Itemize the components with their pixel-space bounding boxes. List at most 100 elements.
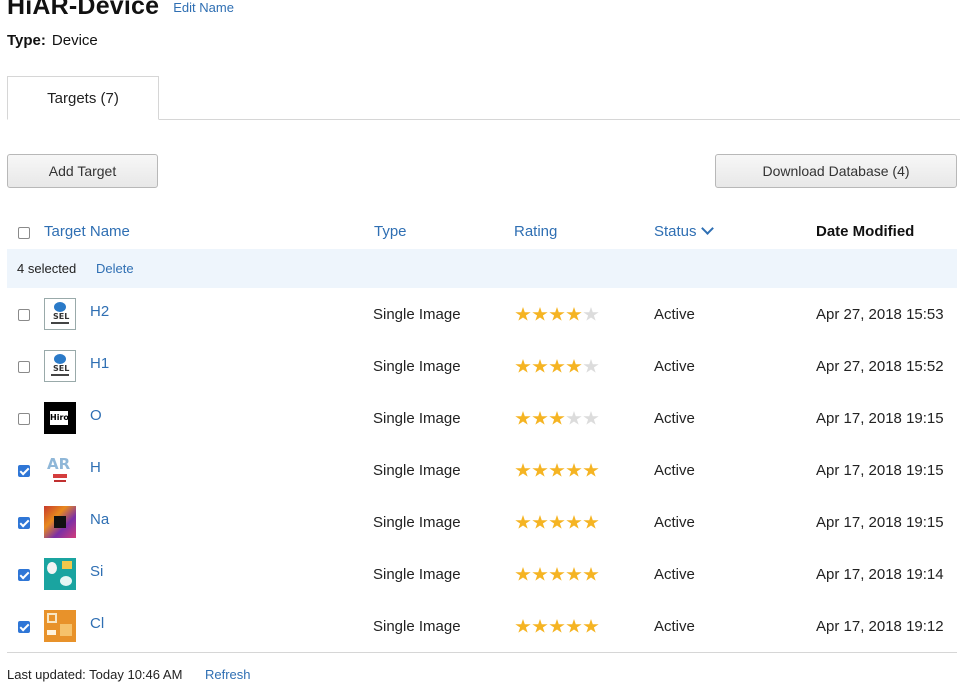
download-database-button[interactable]: Download Database (4) [715, 154, 957, 188]
target-thumbnail: SEL [44, 350, 76, 382]
target-thumbnail [44, 610, 76, 642]
row-checkbox[interactable] [18, 361, 30, 373]
star-icon [566, 307, 582, 321]
target-type: Single Image [373, 462, 461, 479]
star-icon [549, 463, 565, 477]
rating-stars [515, 463, 599, 478]
star-icon [515, 567, 531, 581]
target-type: Single Image [373, 410, 461, 427]
title-row: HiAR-Device Edit Name [7, 0, 234, 21]
table-row[interactable]: AR H Single Image Active Apr 17, 2018 19:15 [7, 444, 957, 496]
target-name-link[interactable]: O [90, 407, 102, 424]
logo-band [54, 480, 66, 482]
logo-blob [54, 302, 66, 312]
target-type: Single Image [373, 306, 461, 323]
marker-text: Hiro [50, 413, 69, 422]
tab-bar: Targets (7) [7, 76, 960, 120]
target-status: Active [654, 618, 695, 635]
shape [60, 576, 72, 586]
row-checkbox[interactable] [18, 465, 30, 477]
row-checkbox[interactable] [18, 309, 30, 321]
target-status: Active [654, 462, 695, 479]
star-icon [549, 359, 565, 373]
target-type: Single Image [373, 566, 461, 583]
target-type: Single Image [373, 358, 461, 375]
status-header-label: Status [654, 223, 697, 240]
target-name-link[interactable]: H [90, 459, 101, 476]
row-checkbox[interactable] [18, 413, 30, 425]
shape [47, 562, 57, 574]
add-target-button[interactable]: Add Target [7, 154, 158, 188]
star-icon [549, 515, 565, 529]
table-row[interactable]: Hiro O Single Image Active Apr 17, 2018 19:1… [7, 392, 957, 444]
edit-name-link[interactable]: Edit Name [173, 0, 234, 15]
device-type: Type: Device [7, 32, 98, 49]
row-checkbox[interactable] [18, 569, 30, 581]
star-icon [566, 359, 582, 373]
target-thumbnail: Hiro [44, 402, 76, 434]
rating-stars [515, 619, 599, 634]
target-name-link[interactable]: Na [90, 511, 109, 528]
column-header-date-modified[interactable]: Date Modified [816, 223, 914, 240]
table-row[interactable]: SEL H2 Single Image Active Apr 27, 2018 15:5… [7, 288, 957, 340]
star-icon [583, 515, 599, 529]
shape [47, 630, 56, 635]
row-checkbox[interactable] [18, 517, 30, 529]
target-date-modified: Apr 27, 2018 15:52 [816, 358, 944, 375]
star-icon [583, 619, 599, 633]
star-icon [583, 359, 599, 373]
rating-stars [515, 307, 599, 322]
chevron-down-icon [700, 222, 714, 235]
star-icon [515, 619, 531, 633]
table-row[interactable]: Na Single Image Active Apr 17, 2018 19:15 [7, 496, 957, 548]
shape [62, 561, 72, 569]
target-date-modified: Apr 17, 2018 19:15 [816, 462, 944, 479]
logo-text: SEL [53, 312, 70, 321]
star-icon [549, 567, 565, 581]
star-icon [515, 307, 531, 321]
table-row[interactable]: SEL H1 Single Image Active Apr 27, 2018 15:5… [7, 340, 957, 392]
type-value: Device [51, 32, 98, 49]
target-status: Active [654, 514, 695, 531]
tab-targets[interactable]: Targets (7) [7, 76, 159, 120]
target-name-link[interactable]: Si [90, 563, 103, 580]
rating-stars [515, 359, 599, 374]
table-row[interactable]: Si Single Image Active Apr 17, 2018 19:14 [7, 548, 957, 600]
target-name-link[interactable]: H2 [90, 303, 109, 320]
target-type: Single Image [373, 514, 461, 531]
delete-selected-link[interactable]: Delete [96, 261, 134, 276]
star-icon [583, 463, 599, 477]
target-thumbnail: SEL [44, 298, 76, 330]
star-icon [566, 619, 582, 633]
table-divider [7, 652, 957, 653]
star-icon [566, 463, 582, 477]
row-checkbox[interactable] [18, 621, 30, 633]
column-header-rating[interactable]: Rating [514, 223, 557, 240]
logo-text: SEL [53, 364, 70, 373]
target-type: Single Image [373, 618, 461, 635]
rating-stars [515, 411, 599, 426]
shape [60, 624, 72, 636]
target-thumbnail [44, 506, 76, 538]
column-header-type[interactable]: Type [374, 223, 407, 240]
target-name-link[interactable]: Cl [90, 615, 104, 632]
column-header-target-name[interactable]: Target Name [44, 223, 130, 240]
column-header-status[interactable]: Status [654, 222, 714, 240]
target-date-modified: Apr 17, 2018 19:15 [816, 410, 944, 427]
logo-bar [51, 374, 69, 376]
target-date-modified: Apr 27, 2018 15:53 [816, 306, 944, 323]
shape [47, 613, 57, 623]
star-icon [549, 307, 565, 321]
pattern-center [54, 516, 66, 528]
select-all-checkbox[interactable] [18, 227, 30, 239]
star-icon [549, 411, 565, 425]
star-icon [532, 411, 548, 425]
star-icon [566, 411, 582, 425]
star-icon [515, 463, 531, 477]
target-thumbnail [44, 558, 76, 590]
star-icon [583, 307, 599, 321]
table-row[interactable]: Cl Single Image Active Apr 17, 2018 19:12 [7, 600, 957, 652]
type-label: Type: [7, 32, 46, 49]
target-name-link[interactable]: H1 [90, 355, 109, 372]
refresh-link[interactable]: Refresh [205, 667, 251, 682]
